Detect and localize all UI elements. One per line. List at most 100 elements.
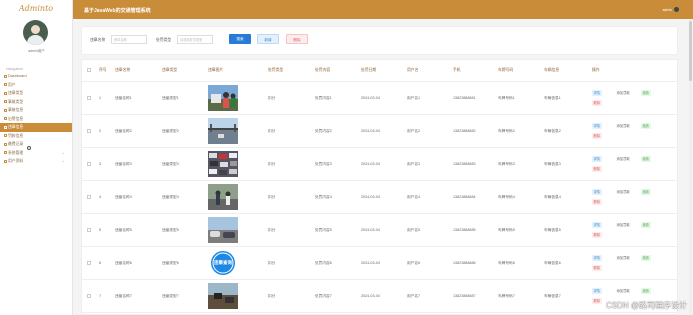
violation-photo[interactable] xyxy=(208,151,238,177)
column-header[interactable]: 处罚日期 xyxy=(361,68,376,73)
search-panel: 违章名称 违章名称 处罚类型 请选择处罚类型 搜索 新增 删除 xyxy=(81,26,678,55)
column-header[interactable]: 车辆信息 xyxy=(544,68,559,73)
sidebar-item[interactable]: 出警信息 xyxy=(0,115,72,124)
table-row[interactable]: 1 违章名称1 违章类型1 扣分 处罚内容1 2024-03-04 用户名1 13823888… xyxy=(82,82,677,115)
cell-date: 2024-03-04 xyxy=(361,162,380,166)
type-filter-select[interactable]: 请选择处罚类型 xyxy=(177,35,213,44)
cell-date: 2024-03-04 xyxy=(361,294,380,298)
detail-button[interactable]: 详情 xyxy=(592,90,602,96)
sidebar-item[interactable]: 违章类型 xyxy=(0,89,72,98)
detail-button[interactable]: 详情 xyxy=(592,156,602,162)
violation-photo[interactable] xyxy=(208,85,238,111)
sidebar-item[interactable]: 用户资料 ⌄ xyxy=(0,157,72,166)
add-fine-button[interactable]: 添加罚款 xyxy=(615,255,631,261)
pay-button[interactable]: 缴费 xyxy=(641,90,651,96)
add-fine-button[interactable]: 添加罚款 xyxy=(615,90,631,96)
avatar[interactable] xyxy=(23,20,48,45)
table-row[interactable]: 7 违章名称7 违章类型7 扣分 处罚内容7 2024-03-04 用户名7 13823888… xyxy=(82,280,677,313)
add-fine-button[interactable]: 添加罚款 xyxy=(615,156,631,162)
row-delete-button[interactable]: 删除 xyxy=(592,265,602,271)
add-fine-button[interactable]: 添加罚款 xyxy=(615,288,631,294)
pay-button[interactable]: 缴费 xyxy=(641,156,651,162)
sidebar-item-label: 用户 xyxy=(8,82,16,87)
header-user[interactable]: admin xyxy=(662,7,679,12)
detail-button[interactable]: 详情 xyxy=(592,189,602,195)
cell-phone: 13823888883 xyxy=(453,162,476,166)
sidebar-item[interactable]: 罚款信息 xyxy=(0,132,72,141)
row-delete-button[interactable]: 删除 xyxy=(592,199,602,205)
user-icon xyxy=(4,83,7,87)
row-checkbox[interactable] xyxy=(87,162,91,166)
pay-button[interactable]: 缴费 xyxy=(641,222,651,228)
sidebar-item[interactable]: 缴费记录 xyxy=(0,140,72,149)
column-header[interactable]: 处罚类型 xyxy=(268,68,283,73)
row-delete-button[interactable]: 删除 xyxy=(592,100,602,106)
violation-photo[interactable] xyxy=(208,184,238,210)
sidebar-item[interactable]: 用户 xyxy=(0,81,72,90)
name-filter-input[interactable]: 违章名称 xyxy=(111,35,147,44)
pay-button[interactable]: 缴费 xyxy=(641,288,651,294)
row-checkbox[interactable] xyxy=(87,261,91,265)
pay-button[interactable]: 缴费 xyxy=(641,123,651,129)
column-header[interactable]: 手机 xyxy=(453,68,461,73)
sidebar-item[interactable]: Dashboard xyxy=(0,72,72,81)
column-header[interactable]: 处罚内容 xyxy=(315,68,330,73)
row-checkbox[interactable] xyxy=(87,228,91,232)
app-logo[interactable]: Adminto xyxy=(0,0,72,14)
violation-photo[interactable] xyxy=(208,118,238,144)
cell-plate: 车牌号码2 xyxy=(498,129,515,133)
detail-button[interactable]: 详情 xyxy=(592,222,602,228)
column-header[interactable]: 违章图片 xyxy=(208,68,223,73)
add-fine-button[interactable]: 添加罚款 xyxy=(615,222,631,228)
cell-index: 1 xyxy=(99,96,102,100)
column-header[interactable]: 序号 xyxy=(99,68,107,73)
column-header[interactable]: 车牌号码 xyxy=(498,68,513,73)
cell-content: 处罚内容2 xyxy=(315,129,332,133)
row-delete-button[interactable]: 删除 xyxy=(592,133,602,139)
row-checkbox[interactable] xyxy=(87,96,91,100)
violation-photo[interactable]: 违章查询 xyxy=(208,250,238,276)
cell-user: 用户名3 xyxy=(407,162,421,166)
pay-button[interactable]: 缴费 xyxy=(641,255,651,261)
sidebar-item[interactable]: 事故信息 xyxy=(0,106,72,115)
column-header[interactable]: 用户名 xyxy=(407,68,418,73)
row-delete-button[interactable]: 删除 xyxy=(592,232,602,238)
page-scrollbar[interactable] xyxy=(689,19,692,315)
table-row[interactable]: 6 违章名称6 违章类型6 违章查询 扣分 处罚内容6 2024-03-04 用户名6 1382… xyxy=(82,247,677,280)
sidebar-item[interactable]: 违章信息 xyxy=(0,123,72,132)
table-row[interactable]: 4 违章名称4 违章类型4 扣分 处罚内容4 2024-03-04 用户名4 13823888… xyxy=(82,181,677,214)
row-delete-button[interactable]: 删除 xyxy=(592,298,602,304)
cell-type: 违章类型7 xyxy=(162,294,179,298)
row-checkbox[interactable] xyxy=(87,129,91,133)
sidebar-item[interactable]: 事故类型 xyxy=(0,98,72,107)
add-fine-button[interactable]: 添加罚款 xyxy=(615,123,631,129)
add-fine-button[interactable]: 添加罚款 xyxy=(615,189,631,195)
table-row[interactable]: 2 违章名称2 违章类型2 扣分 处罚内容2 2024-03-04 用户名2 13823888… xyxy=(82,115,677,148)
cell-penalty-type: 扣分 xyxy=(268,129,276,133)
cell-content: 处罚内容6 xyxy=(315,261,332,265)
sidebar-menu: Dashboard 用户违章类型 事故类型 事故信息 出警信息 违章信息 罚款信息 缴费记录系… xyxy=(0,72,72,166)
select-all-checkbox[interactable] xyxy=(87,68,91,72)
detail-button[interactable]: 详情 xyxy=(592,123,602,129)
scrollbar-thumb[interactable] xyxy=(689,21,692,81)
violation-photo[interactable] xyxy=(208,217,238,243)
sidebar-item[interactable]: 系统管理 ⌄ xyxy=(0,149,72,158)
car-icon xyxy=(4,117,7,121)
add-button[interactable]: 新增 xyxy=(257,34,279,44)
column-header[interactable]: 违章类型 xyxy=(162,68,177,73)
column-header[interactable]: 违章名称 xyxy=(115,68,130,73)
column-header[interactable]: 操作 xyxy=(592,68,600,73)
row-checkbox[interactable] xyxy=(87,294,91,298)
search-button[interactable]: 搜索 xyxy=(229,34,251,44)
pay-button[interactable]: 缴费 xyxy=(641,189,651,195)
cell-phone: 13823888882 xyxy=(453,129,476,133)
table-row[interactable]: 3 违章名称3 违章类型3 扣分 处罚内容3 2024-03-04 用户名3 13823888… xyxy=(82,148,677,181)
cell-index: 2 xyxy=(99,129,102,133)
detail-button[interactable]: 详情 xyxy=(592,255,602,261)
violation-photo[interactable] xyxy=(208,283,238,309)
table-row[interactable]: 5 违章名称5 违章类型5 扣分 处罚内容5 2024-03-04 用户名5 13823888… xyxy=(82,214,677,247)
delete-button[interactable]: 删除 xyxy=(286,34,308,44)
detail-button[interactable]: 详情 xyxy=(592,288,602,294)
row-delete-button[interactable]: 删除 xyxy=(592,166,602,172)
row-checkbox[interactable] xyxy=(87,195,91,199)
